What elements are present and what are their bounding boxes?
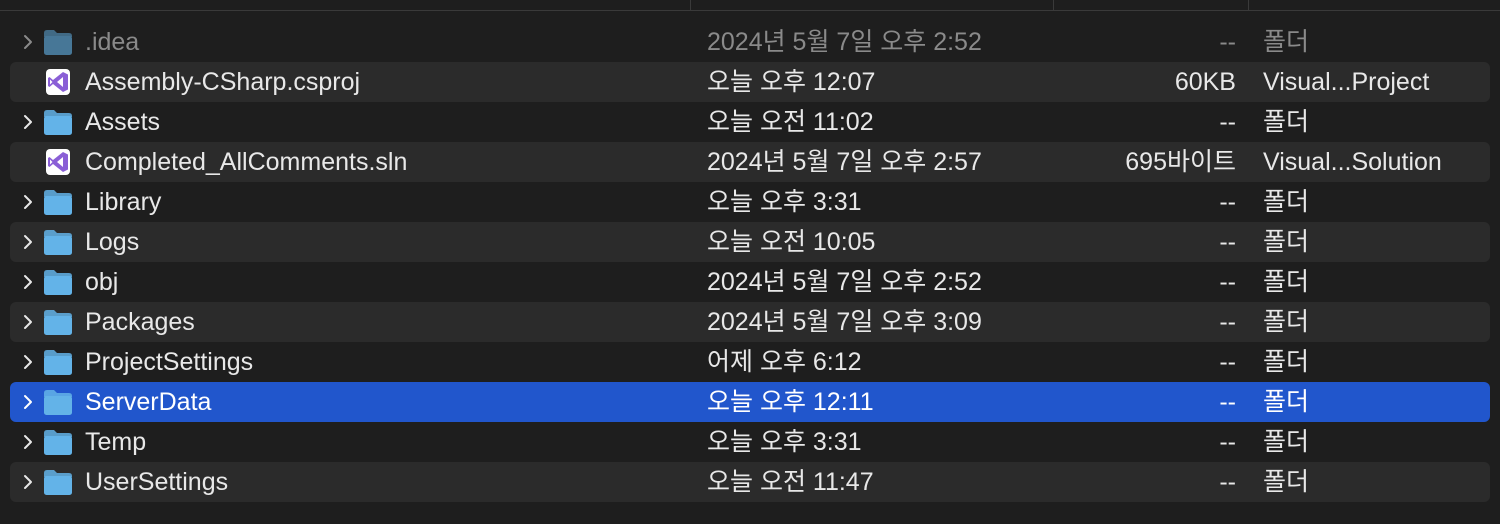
file-date-modified: 오늘 오후 12:11	[707, 388, 874, 416]
file-kind: Visual...Project	[1263, 68, 1430, 96]
file-size: --	[1219, 228, 1236, 256]
file-list: .idea 2024년 5월 7일 오후 2:52 -- 폴더 Assembly…	[10, 22, 1490, 502]
column-header-strip	[0, 0, 1500, 11]
file-row[interactable]: .idea 2024년 5월 7일 오후 2:52 -- 폴더	[10, 22, 1490, 62]
file-name: .idea	[85, 28, 140, 56]
file-name: Temp	[85, 428, 147, 456]
chevron-right-icon[interactable]	[19, 193, 37, 211]
file-kind: 폴더	[1263, 348, 1310, 376]
folder-icon	[44, 430, 72, 455]
file-name: Library	[85, 188, 162, 216]
file-size: --	[1219, 108, 1236, 136]
chevron-right-icon[interactable]	[19, 393, 37, 411]
chevron-right-icon[interactable]	[19, 313, 37, 331]
folder-icon	[44, 230, 72, 255]
chevron-right-icon[interactable]	[19, 273, 37, 291]
chevron-right-icon[interactable]	[19, 473, 37, 491]
file-size: --	[1219, 428, 1236, 456]
file-size: --	[1219, 468, 1236, 496]
file-row[interactable]: ProjectSettings 어제 오후 6:12 -- 폴더	[10, 342, 1490, 382]
chevron-right-icon[interactable]	[19, 33, 37, 51]
file-size: 695바이트	[1125, 148, 1236, 176]
visual-studio-icon	[46, 149, 70, 175]
file-row[interactable]: Library 오늘 오후 3:31 -- 폴더	[10, 182, 1490, 222]
file-name: Completed_AllComments.sln	[85, 148, 408, 176]
file-kind: 폴더	[1263, 308, 1310, 336]
file-date-modified: 2024년 5월 7일 오후 3:09	[707, 308, 982, 336]
file-row[interactable]: Packages 2024년 5월 7일 오후 3:09 -- 폴더	[10, 302, 1490, 342]
file-name: obj	[85, 268, 119, 296]
file-size: --	[1219, 28, 1236, 56]
chevron-right-icon[interactable]	[19, 433, 37, 451]
file-name: Assets	[85, 108, 161, 136]
chevron-right-icon[interactable]	[19, 353, 37, 371]
file-date-modified: 오늘 오후 12:07	[707, 68, 876, 96]
folder-icon	[44, 390, 72, 415]
file-size: --	[1219, 308, 1236, 336]
file-kind: 폴더	[1263, 28, 1310, 56]
file-row[interactable]: UserSettings 오늘 오전 11:47 -- 폴더	[10, 462, 1490, 502]
file-name: UserSettings	[85, 468, 229, 496]
file-date-modified: 오늘 오전 10:05	[707, 228, 876, 256]
folder-icon	[44, 30, 72, 55]
column-divider[interactable]	[690, 0, 691, 10]
file-date-modified: 어제 오후 6:12	[707, 348, 862, 376]
file-row[interactable]: obj 2024년 5월 7일 오후 2:52 -- 폴더	[10, 262, 1490, 302]
chevron-right-icon[interactable]	[19, 233, 37, 251]
folder-icon	[44, 270, 72, 295]
folder-icon	[44, 190, 72, 215]
file-size: --	[1219, 188, 1236, 216]
file-row[interactable]: ServerData 오늘 오후 12:11 -- 폴더	[10, 382, 1490, 422]
file-date-modified: 오늘 오후 3:31	[707, 428, 862, 456]
file-kind: 폴더	[1263, 388, 1310, 416]
column-divider[interactable]	[1248, 0, 1249, 10]
file-name: ServerData	[85, 388, 212, 416]
file-size: 60KB	[1174, 68, 1236, 96]
file-size: --	[1219, 348, 1236, 376]
file-kind: 폴더	[1263, 188, 1310, 216]
file-name: Packages	[85, 308, 195, 336]
file-date-modified: 2024년 5월 7일 오후 2:52	[707, 28, 982, 56]
file-date-modified: 오늘 오전 11:02	[707, 108, 874, 136]
file-row[interactable]: Assembly-CSharp.csproj 오늘 오후 12:07 60KB …	[10, 62, 1490, 102]
file-name: Logs	[85, 228, 140, 256]
file-name: ProjectSettings	[85, 348, 254, 376]
file-kind: Visual...Solution	[1263, 148, 1442, 176]
file-date-modified: 2024년 5월 7일 오후 2:57	[707, 148, 982, 176]
folder-icon	[44, 350, 72, 375]
file-row[interactable]: Completed_AllComments.sln 2024년 5월 7일 오후…	[10, 142, 1490, 182]
file-row[interactable]: Temp 오늘 오후 3:31 -- 폴더	[10, 422, 1490, 462]
folder-icon	[44, 110, 72, 135]
file-name: Assembly-CSharp.csproj	[85, 68, 361, 96]
file-kind: 폴더	[1263, 468, 1310, 496]
file-date-modified: 2024년 5월 7일 오후 2:52	[707, 268, 982, 296]
file-size: --	[1219, 388, 1236, 416]
file-size: --	[1219, 268, 1236, 296]
file-row[interactable]: Assets 오늘 오전 11:02 -- 폴더	[10, 102, 1490, 142]
folder-icon	[44, 310, 72, 335]
file-kind: 폴더	[1263, 108, 1310, 136]
visual-studio-icon	[46, 69, 70, 95]
file-row[interactable]: Logs 오늘 오전 10:05 -- 폴더	[10, 222, 1490, 262]
file-date-modified: 오늘 오전 11:47	[707, 468, 874, 496]
file-kind: 폴더	[1263, 428, 1310, 456]
file-kind: 폴더	[1263, 228, 1310, 256]
file-kind: 폴더	[1263, 268, 1310, 296]
folder-icon	[44, 470, 72, 495]
chevron-right-icon[interactable]	[19, 113, 37, 131]
file-date-modified: 오늘 오후 3:31	[707, 188, 862, 216]
column-divider[interactable]	[1053, 0, 1054, 10]
